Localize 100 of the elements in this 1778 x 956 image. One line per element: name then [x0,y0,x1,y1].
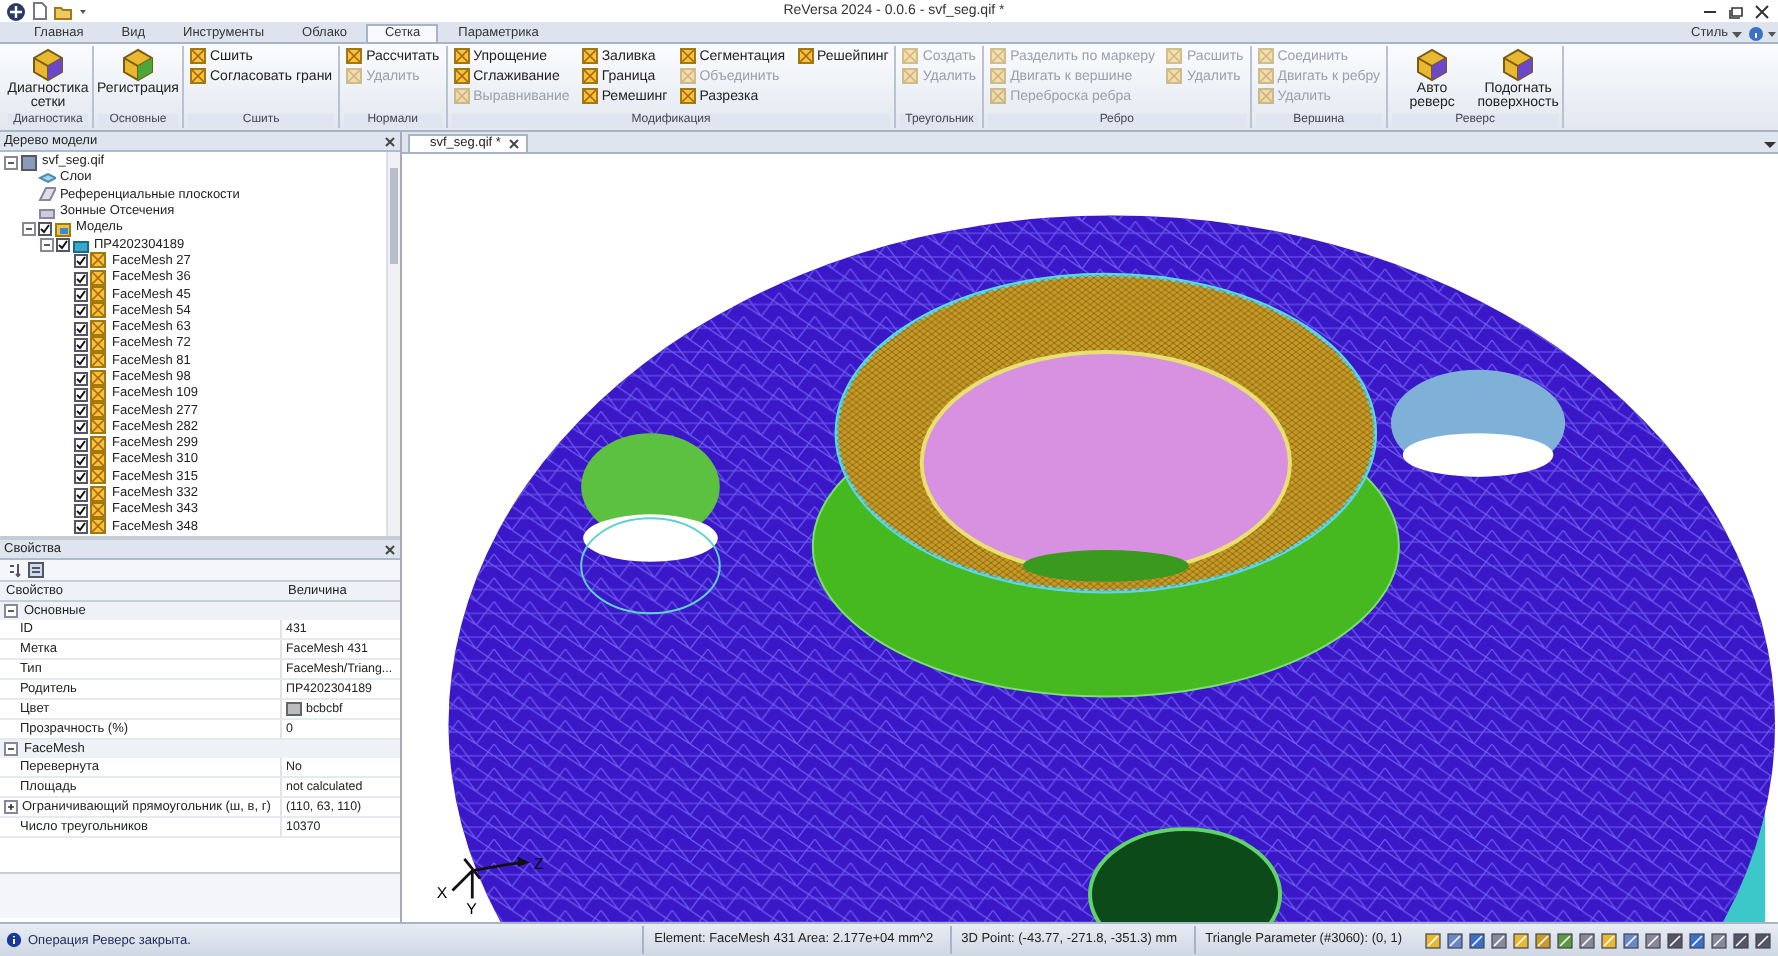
mesh-tool-icon [581,48,598,64]
checkbox[interactable] [56,238,70,253]
mesh-tool-icon [1500,46,1537,82]
mesh-icon [90,319,108,338]
toolbar-tool-icon[interactable] [1424,931,1442,949]
checkbox[interactable] [74,520,88,535]
close-icon[interactable] [1752,3,1772,19]
close-icon[interactable] [508,137,521,150]
axis-label: Y [466,900,477,919]
toolbar-tool-icon[interactable] [1732,931,1750,949]
expander-icon[interactable] [4,742,18,756]
mesh-tool-icon [120,46,156,82]
mesh-tool-icon [346,68,363,84]
mesh-icon [90,402,108,421]
toolbar-tool-icon[interactable] [1446,931,1464,949]
checkbox[interactable] [74,288,88,303]
mesh-tool-icon [190,48,206,64]
toolbar-tool-icon[interactable] [1666,931,1684,949]
mesh-icon [90,501,108,520]
expander-icon[interactable] [4,604,18,618]
new-document-icon[interactable] [32,2,48,20]
axis-label: X [436,884,448,903]
layers-icon [38,169,56,188]
mesh-tool-icon [1414,46,1451,82]
toolbar-tool-icon[interactable] [1578,931,1596,949]
mesh-icon [90,286,108,305]
mesh-icon [90,468,108,487]
mesh-tool-icon [581,68,598,84]
mesh-tool-icon [1257,48,1274,64]
mesh-icon [90,269,108,288]
mesh-tool-icon [453,48,470,64]
close-icon[interactable] [384,543,396,555]
section-icon [38,203,56,222]
toolbar-tool-icon[interactable] [1512,931,1530,949]
mesh-tool-icon [679,68,696,84]
toolbar-tool-icon[interactable] [1490,931,1508,949]
expander-icon[interactable] [4,155,18,170]
caret-icon[interactable] [1766,26,1778,42]
toolbar-tool-icon[interactable] [1644,931,1662,949]
mesh-icon [90,485,108,504]
checkbox[interactable] [74,453,88,468]
caret-icon [1732,27,1742,39]
mesh-tool-icon [990,48,1007,64]
toolbar-tool-icon[interactable] [1754,931,1772,949]
app-logo-icon[interactable] [6,1,26,21]
model-icon [54,219,72,238]
checkbox[interactable] [74,487,88,502]
toolbar-tool-icon[interactable] [1622,931,1640,949]
checkbox[interactable] [74,354,88,369]
mesh-tool-icon [990,88,1007,104]
checkbox[interactable] [74,387,88,402]
checkbox[interactable] [74,470,88,485]
part-icon [72,236,90,255]
axis-triad-icon [451,856,530,900]
categorized-icon[interactable] [28,562,44,578]
mesh-icon [90,302,108,321]
expander-icon[interactable] [22,221,36,236]
checkbox[interactable] [38,221,52,236]
help-icon[interactable] [1748,26,1764,42]
mesh-tool-icon [679,48,696,64]
mesh-tool-icon [346,48,363,64]
sort-icon[interactable] [8,562,24,578]
checkbox[interactable] [74,503,88,518]
checkbox[interactable] [74,254,88,269]
mesh-icon [90,385,108,404]
scrollbar[interactable] [386,152,400,536]
checkbox[interactable] [74,321,88,336]
checkbox[interactable] [74,271,88,286]
expander-icon[interactable] [40,238,54,253]
mesh-icon [90,335,108,354]
restore-icon[interactable] [1726,3,1746,19]
toolbar-tool-icon[interactable] [1710,931,1728,949]
checkbox[interactable] [74,304,88,319]
toolbar-tool-icon[interactable] [1468,931,1486,949]
mesh-icon [90,252,108,271]
close-icon[interactable] [384,135,396,147]
toolbar-tool-icon[interactable] [1600,931,1618,949]
checkbox[interactable] [74,337,88,352]
mesh-icon [90,418,108,437]
toolbar-tool-icon[interactable] [1688,931,1706,949]
checkbox[interactable] [74,404,88,419]
mesh-tool-icon [902,48,919,64]
mesh-icon [90,369,108,388]
axis-label: Z [533,854,544,873]
checkbox[interactable] [74,420,88,435]
toolbar-tool-icon[interactable] [1556,931,1574,949]
mesh-tool-icon [30,46,66,82]
mesh-tool-icon [797,48,814,64]
info-icon [6,932,22,948]
mesh-tool-icon [679,88,696,104]
checkbox[interactable] [74,437,88,452]
mesh-tool-icon [1257,68,1274,84]
mesh-icon [90,452,108,470]
checkbox[interactable] [74,371,88,385]
toolbar-tool-icon[interactable] [1534,931,1552,949]
mesh-tool-icon [453,68,470,84]
mesh-icon [90,518,108,536]
mesh-icon [90,435,108,454]
expander-icon[interactable] [4,800,18,814]
mesh-tool-icon [581,88,598,104]
